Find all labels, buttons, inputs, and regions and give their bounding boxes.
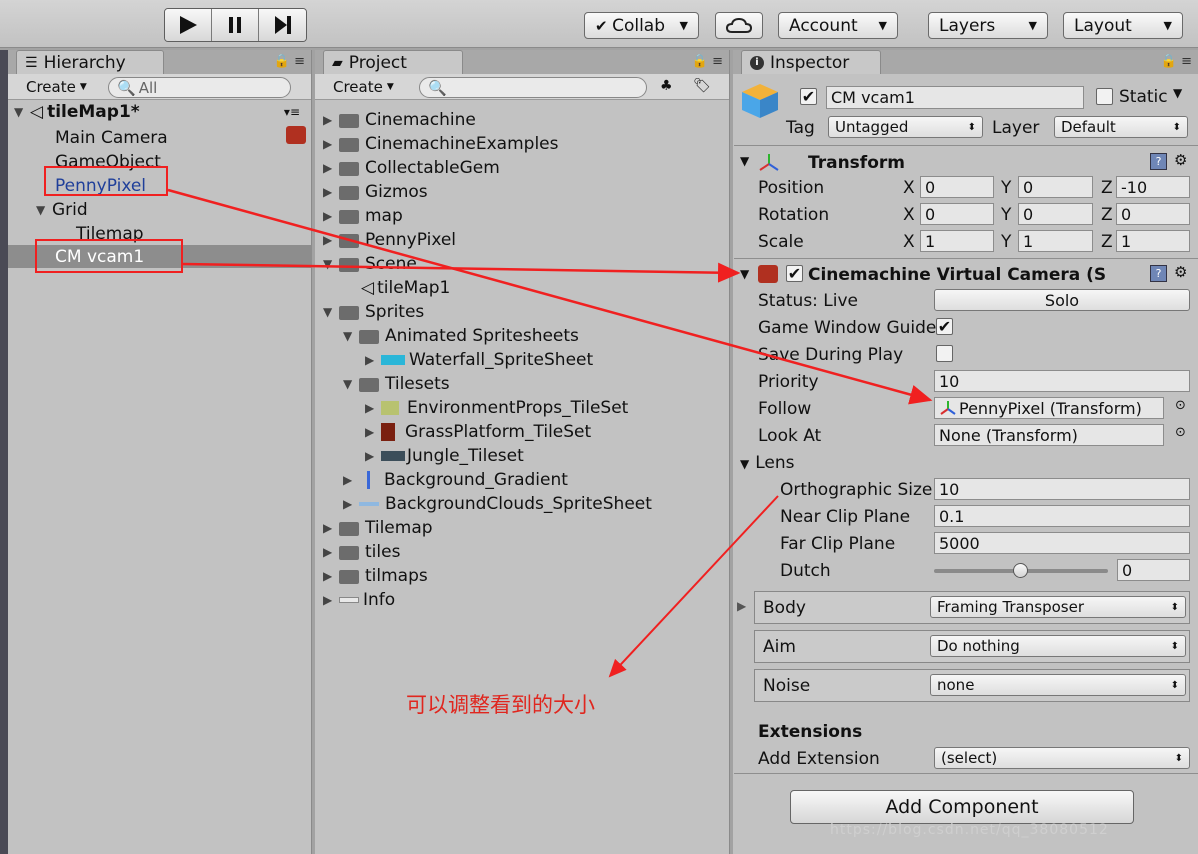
arrow-ortho-to-note (608, 495, 779, 678)
annotation-note: 可以调整看到的大小 (406, 693, 595, 717)
annotation-arrows (167, 188, 933, 678)
arrow-pennypixel-to-follow (167, 188, 933, 405)
